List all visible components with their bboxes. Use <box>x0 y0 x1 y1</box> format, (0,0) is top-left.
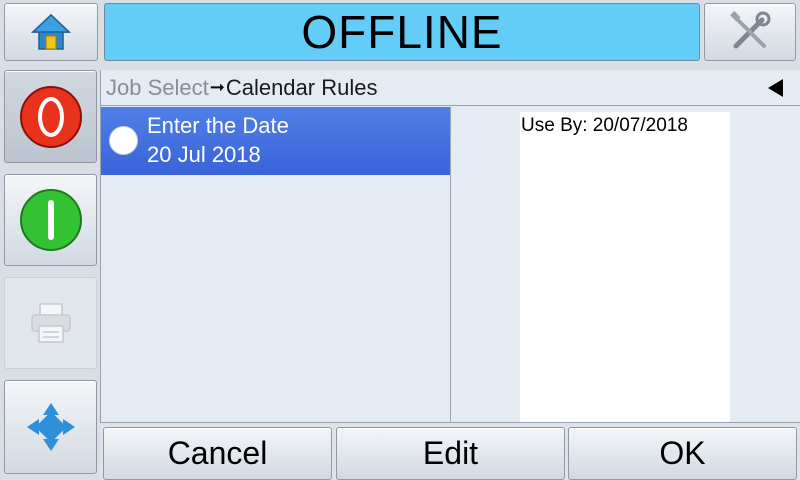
rule-value: 20 Jul 2018 <box>147 142 261 167</box>
label-preview: Use By: 20/07/2018 <box>520 112 730 422</box>
tools-icon <box>730 11 771 49</box>
stop-button[interactable] <box>4 70 97 163</box>
radio-button[interactable] <box>109 126 138 155</box>
tools-button[interactable] <box>704 3 796 61</box>
ok-button[interactable]: OK <box>568 427 797 480</box>
rule-title: Enter the Date <box>147 113 289 138</box>
printer-icon <box>30 303 71 343</box>
breadcrumb-current: Calendar Rules <box>225 74 378 100</box>
start-button[interactable] <box>4 174 97 266</box>
navigation-button[interactable] <box>4 380 97 474</box>
back-arrow-icon[interactable] <box>768 79 783 97</box>
status-bar[interactable]: OFFLINE <box>104 3 700 61</box>
stop-icon <box>19 85 82 148</box>
breadcrumb-parent[interactable]: Job Select <box>106 75 209 101</box>
preview-text: Use By: 20/07/2018 <box>521 115 688 136</box>
rule-list: Enter the Date 20 Jul 2018 <box>101 107 450 422</box>
home-icon <box>31 13 71 50</box>
action-bar: Cancel Edit OK <box>100 422 800 480</box>
navigation-arrows-icon <box>26 403 75 451</box>
start-icon <box>19 189 82 251</box>
cancel-button[interactable]: Cancel <box>103 427 332 480</box>
print-button <box>4 277 97 369</box>
list-item[interactable]: Enter the Date 20 Jul 2018 <box>101 107 450 175</box>
edit-button[interactable]: Edit <box>336 427 565 480</box>
breadcrumb-separator-icon: ➞ <box>209 77 225 97</box>
main-panel: Job Select ➞ Calendar Rules Enter the Da… <box>100 70 800 422</box>
home-button[interactable] <box>4 3 98 61</box>
breadcrumb: Job Select ➞ Calendar Rules <box>101 70 800 106</box>
screen: OFFLINE Job Select ➞ Calendar Rules Ente… <box>0 0 800 480</box>
divider <box>450 107 451 422</box>
